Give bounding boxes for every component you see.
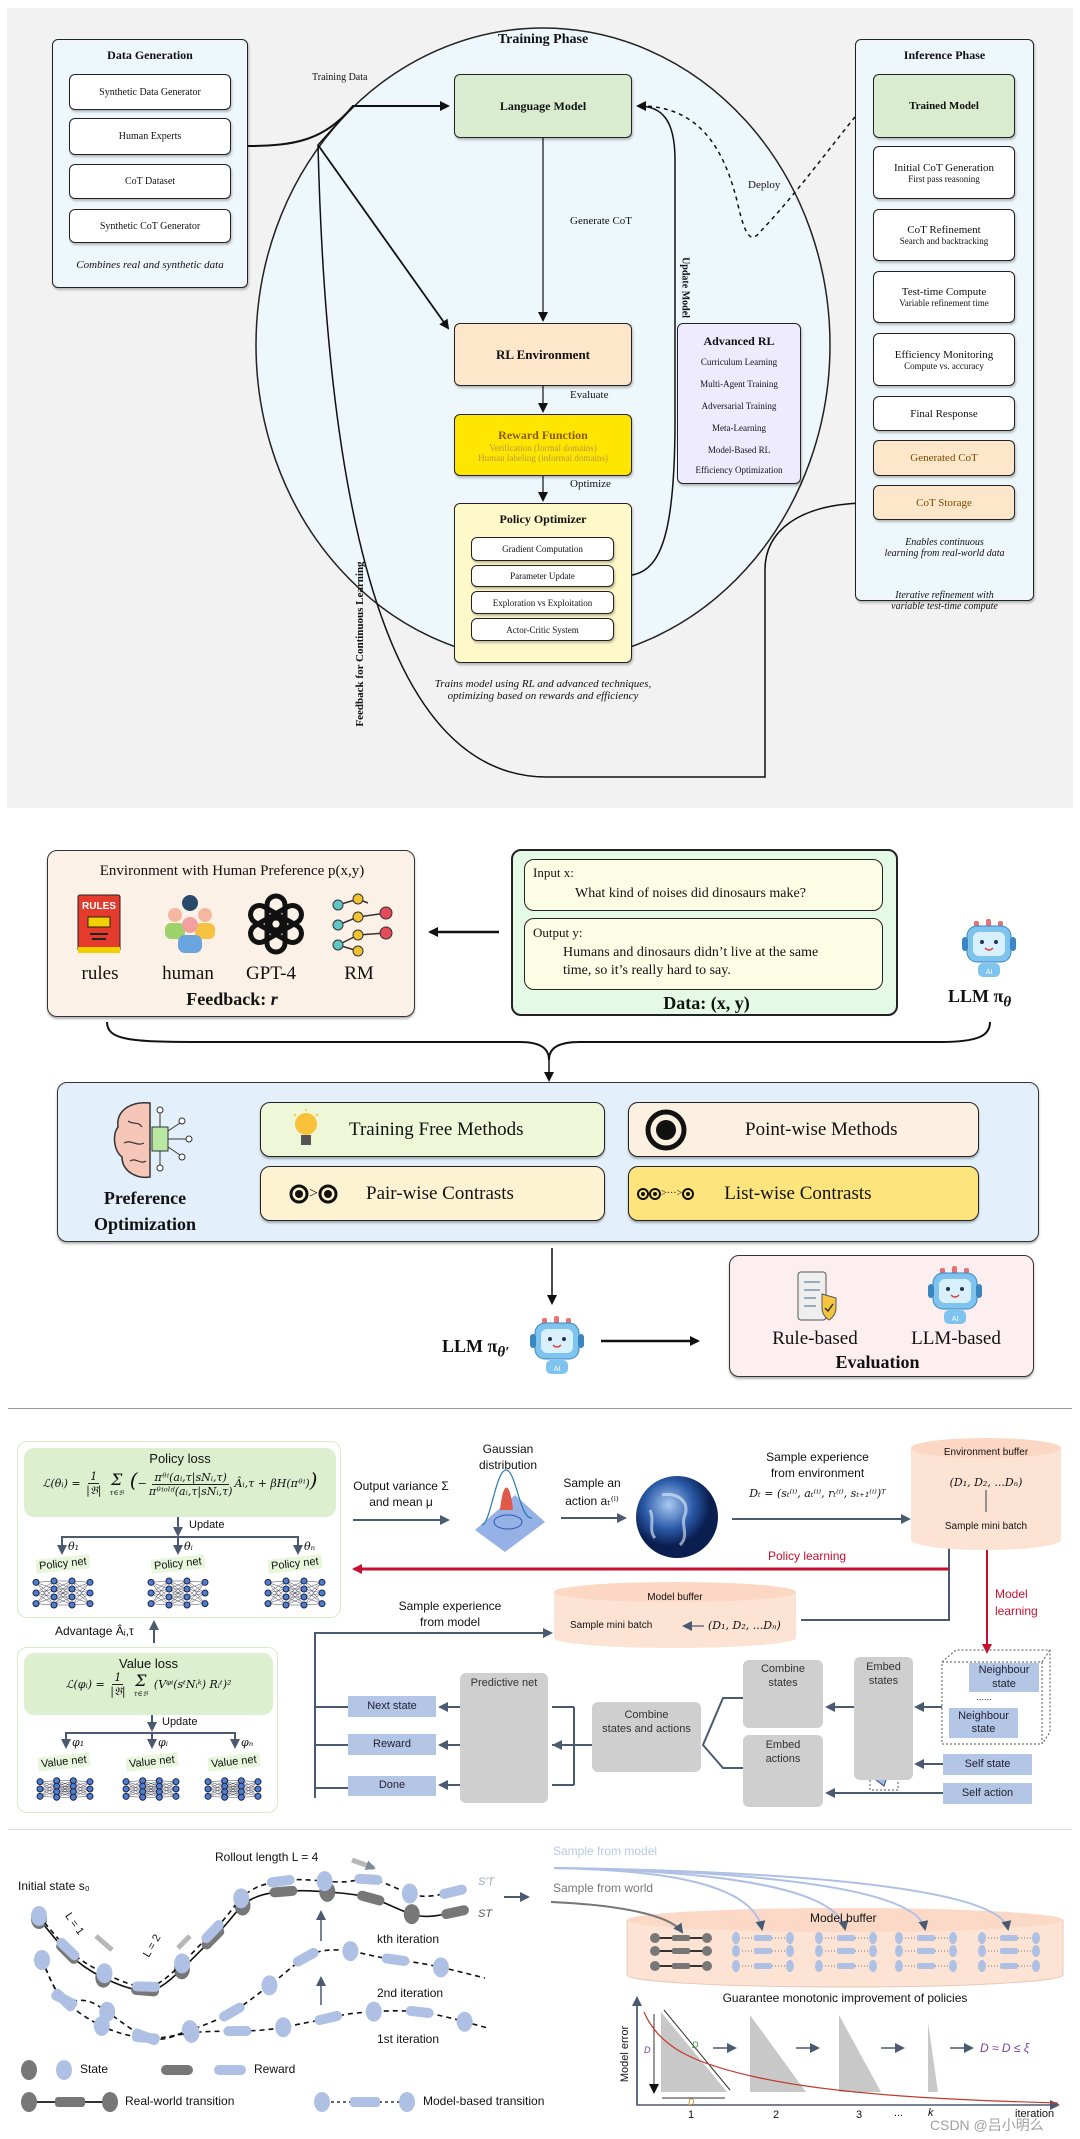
iteration-label: 2nd iteration xyxy=(377,1986,444,2000)
reward-node xyxy=(357,1890,385,1906)
state-node xyxy=(261,1975,278,1996)
legend-real-transition-label: Real-world transition xyxy=(125,2094,235,2108)
state-node xyxy=(456,2011,473,2032)
bound-label: D xyxy=(688,2097,695,2107)
state-node xyxy=(432,1957,449,1978)
state-node xyxy=(183,2022,200,2043)
legend-reward-label: Reward xyxy=(254,2062,296,2076)
rollout-length-label: Rollout length L = 4 xyxy=(215,1850,319,1864)
reward-node xyxy=(381,1953,410,1966)
convergence-formula: D ≈ D ≤ ξ xyxy=(980,2041,1030,2055)
x-tick-label: 2 xyxy=(773,2109,780,2121)
state-node xyxy=(233,1888,250,1909)
error-triangle xyxy=(839,2015,881,2092)
reward-node xyxy=(223,2025,252,2037)
legend-state-label: State xyxy=(80,2062,109,2076)
error-triangle xyxy=(661,2012,727,2092)
real-terminal-state-label: ST xyxy=(478,1908,493,1920)
iteration-label: kth iteration xyxy=(377,1932,440,1946)
x-tick-label: ... xyxy=(894,2107,904,2119)
state-node xyxy=(93,2015,110,2036)
legend-model-transition-label: Model-based transition xyxy=(423,2094,545,2108)
reward-node xyxy=(354,1873,383,1885)
guarantee-title: Guarantee monotonic improvement of polic… xyxy=(722,1991,968,2005)
bound-label: D xyxy=(692,2040,699,2050)
state-node xyxy=(365,2001,382,2022)
error-triangle xyxy=(928,2022,938,2092)
reward-node xyxy=(314,2010,343,2026)
initial-state-label: Initial state s₀ xyxy=(18,1879,90,1893)
state-node xyxy=(403,1904,420,1925)
reward-node xyxy=(292,1947,319,1967)
state-node xyxy=(96,1963,113,1984)
model-buffer-label: Model buffer xyxy=(810,1911,877,1925)
iteration-label: 1st iteration xyxy=(377,2032,440,2046)
model-terminal-state-label: S′T xyxy=(478,1876,495,1888)
reward-node xyxy=(219,2002,245,2022)
reward-node xyxy=(131,2032,160,2044)
bound-label: D xyxy=(644,2045,651,2055)
reward-node xyxy=(441,1905,469,1920)
reward-node xyxy=(439,1884,467,1899)
reward-node xyxy=(405,2005,434,2019)
reward-node xyxy=(269,1885,298,1898)
x-tick-label: 1 xyxy=(688,2109,695,2121)
state-node xyxy=(275,2017,292,2038)
reward-node xyxy=(266,1874,295,1888)
state-node xyxy=(31,1906,47,1926)
model-error-axis-label: Model error xyxy=(619,2025,631,2083)
sample-from-world-label: Sample from world xyxy=(553,1881,654,1895)
error-triangle xyxy=(750,2015,806,2092)
x-tick-label: 3 xyxy=(856,2109,863,2121)
watermark: CSDN @吕小明么 xyxy=(930,2117,1044,2133)
state-node xyxy=(342,1941,359,1962)
sample-from-model-label: Sample from model xyxy=(553,1844,658,1858)
state-node xyxy=(401,1883,418,1904)
state-node xyxy=(174,1953,191,1974)
state-node xyxy=(316,1871,333,1892)
reward-node xyxy=(132,1981,161,1992)
panel4-figure xyxy=(21,1857,1064,2112)
state-node xyxy=(34,1950,50,1970)
